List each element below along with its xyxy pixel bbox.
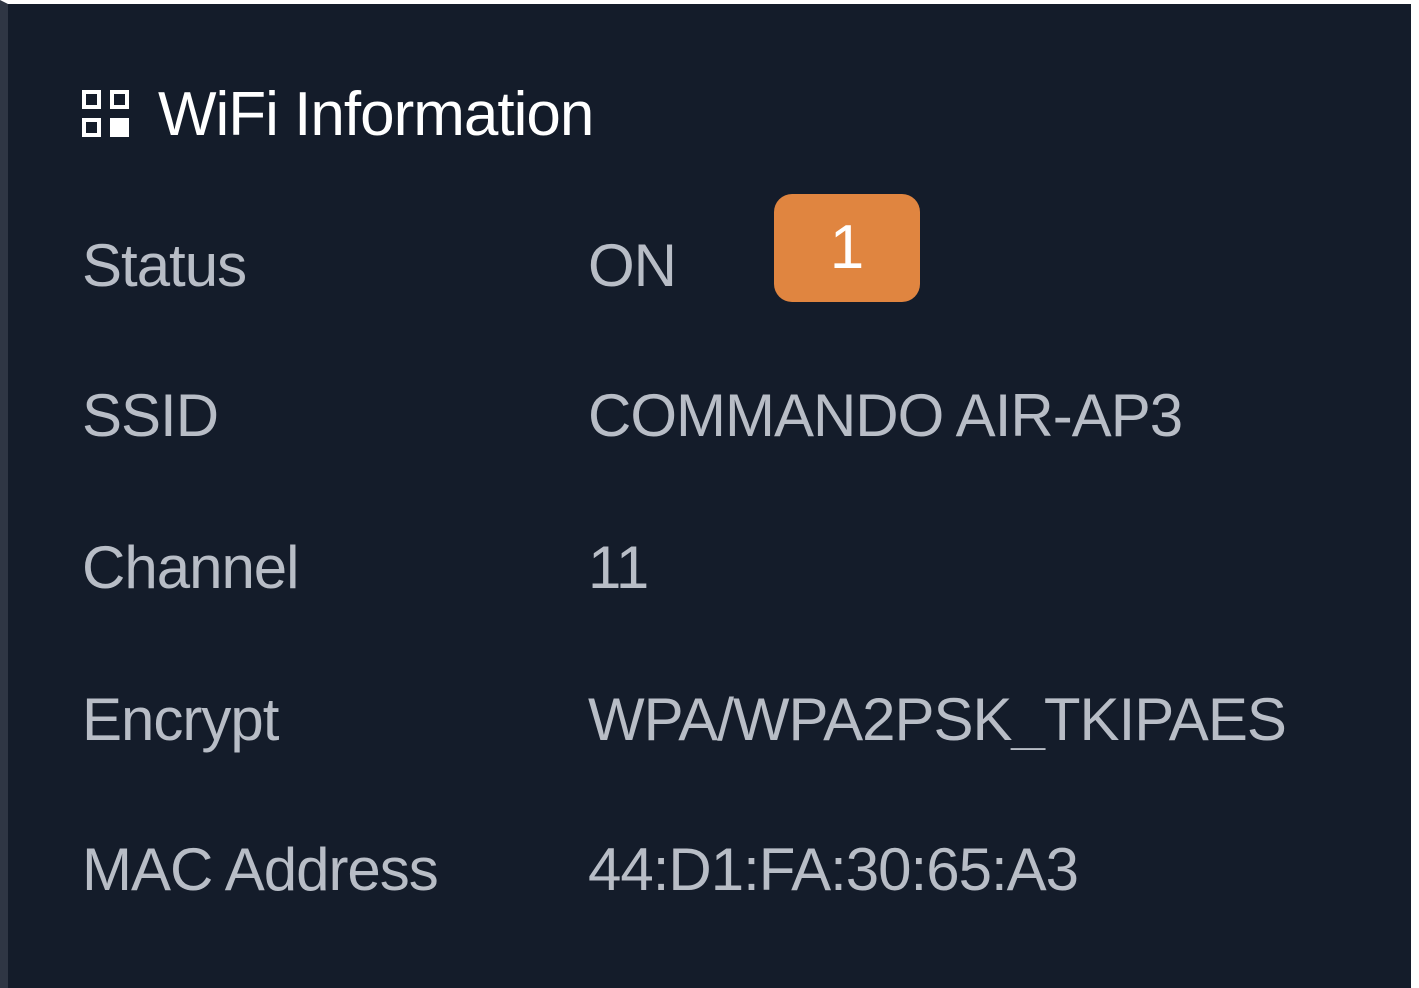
panel-header: WiFi Information [82, 80, 594, 150]
mac-address-label: MAC Address [82, 836, 439, 903]
info-row-encrypt: Encrypt WPA/WPA2PSK_TKIPAES [82, 680, 1286, 760]
channel-label: Channel [82, 534, 300, 601]
status-label: Status [82, 232, 247, 299]
grid-icon [82, 90, 132, 140]
info-row-status: Status ON [82, 226, 677, 306]
annotation-badge: 1 [774, 194, 920, 302]
panel-title: WiFi Information [158, 80, 594, 149]
encrypt-label: Encrypt [82, 686, 279, 753]
encrypt-value: WPA/WPA2PSK_TKIPAES [588, 690, 1286, 750]
channel-value: 11 [588, 534, 649, 601]
info-row-mac-address: MAC Address 44:D1:FA:30:65:A3 [82, 830, 1079, 910]
ssid-label: SSID [82, 382, 219, 449]
info-row-channel: Channel 11 [82, 528, 649, 608]
wifi-information-panel: WiFi Information Status ON 1 SSID COMMAN… [0, 0, 1419, 988]
status-value: ON [588, 232, 677, 299]
info-row-ssid: SSID COMMANDO AIR-AP3 [82, 376, 1182, 456]
ssid-value: COMMANDO AIR-AP3 [588, 386, 1183, 446]
mac-address-value: 44:D1:FA:30:65:A3 [588, 836, 1079, 903]
